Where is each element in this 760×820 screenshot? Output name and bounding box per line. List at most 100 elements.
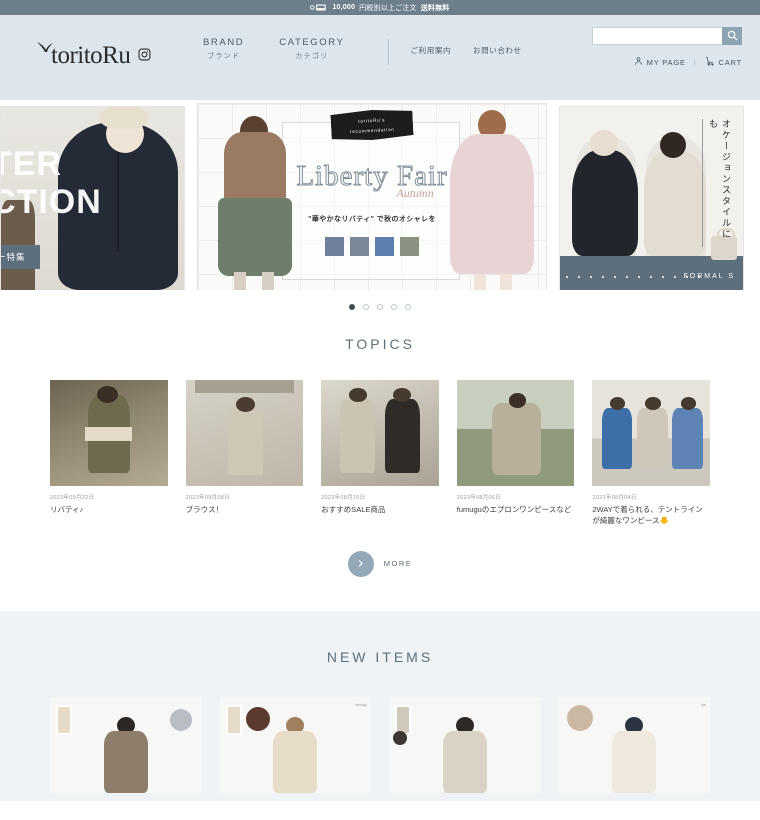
slide2-caption: "華やかなリバティ" で秋のオシャレを [308,216,436,223]
slide3-dot-row [566,275,700,278]
nav-brand-jp: ブランド [207,53,241,60]
color-swatch [566,704,593,731]
topics-heading: TOPICS [345,336,415,352]
product-thumbnail: fumugu [219,696,371,793]
product-card[interactable]: tyu [558,696,710,793]
site-logo[interactable]: toritoRu [36,42,131,69]
topic-date: 2023年08月06日 [456,495,502,501]
hero-slide-occasion-style[interactable]: オケージョンスタイルにも FORMAL S [559,105,744,290]
search-icon [727,29,738,44]
hero-slide-liberty-fair[interactable]: toritoRu's recommendation Liberty Fair A… [197,103,547,290]
chevron-right-icon [356,555,365,573]
topic-title: リバティ♪ [50,505,84,514]
product-thumbnail [50,696,202,793]
account-separator: | [693,57,697,67]
notice-amount: 10,000 [332,4,356,11]
notice-condition: 円税別以上ご注文 [359,4,417,12]
product-card[interactable] [389,696,541,793]
product-brand-label: tyu [701,702,706,707]
color-swatch [169,708,192,731]
nav-category-jp: カテゴリ [295,53,329,60]
topic-date: 2023年09月08日 [185,495,230,501]
color-swatch [393,730,407,745]
topic-thumbnail [321,380,439,486]
product-card[interactable] [50,696,202,793]
slide1-cta-button[interactable]: ー特集 [1,244,40,269]
slide2-ribbon-line2: recommendation [349,126,395,134]
search-button[interactable] [722,27,742,45]
my-page-link[interactable]: MY PAGE [634,56,686,68]
nav-item-contact[interactable]: お問い合わせ [473,45,522,56]
person-icon [634,56,643,68]
slide1-title-line2: CTION [0,182,102,221]
nav-item-brand[interactable]: BRAND ブランド [203,37,244,61]
slide2-subtitle: Autumn [396,186,434,200]
header-utilities: MY PAGE | CART [592,27,742,68]
slide2-card [282,122,460,280]
carousel-dot-5[interactable] [405,304,411,310]
search-input[interactable] [592,27,722,45]
nav-item-guide[interactable]: ご利用案内 [411,45,452,56]
slide2-ribbon-line1: toritoRu's [358,116,386,124]
shipping-notice-bar: 10,000 円税別以上ご注文 送料無料 [0,0,760,15]
carousel-dot-2[interactable] [363,304,369,310]
new-items-heading: NEW ITEMS [326,648,434,665]
slide2-fabric-swatches [325,237,419,256]
slide1-title-line1: TER [1,144,62,183]
site-logo-text: toritoRu [51,42,131,69]
search-form [592,27,742,45]
slide2-model-left [216,114,294,290]
instagram-icon[interactable] [138,48,151,66]
model-figure [103,716,148,793]
new-items-section: NEW ITEMS fumugu tyu [0,610,760,801]
topic-date: 2023年08月04日 [592,495,637,501]
account-links: MY PAGE | CART [592,56,742,68]
window-detail [225,704,242,735]
fabric-swatch [350,237,369,256]
topic-card[interactable]: 2023年09月22日 リバティ♪ [50,380,168,527]
model-figure [442,716,487,793]
product-card[interactable]: fumugu [219,696,371,793]
color-swatch [245,706,270,731]
fabric-swatch [375,237,394,256]
topic-card[interactable]: 2023年09月08日 ブラウス！ [185,380,304,527]
model-figure [273,716,318,793]
carousel-dot-3[interactable] [377,304,383,310]
slide3-model-ivory [644,131,706,256]
shipping-truck-icon [310,3,328,12]
topic-title: ブラウス！ [185,505,224,514]
more-label: MORE [383,559,413,569]
topic-card[interactable]: 2023年08月06日 fumuguのエプロンワンピースなど [456,380,575,527]
topic-card[interactable]: 2023年08月04日 2WAYで着られる、テントラインが綺麗なワンピース🐥 [592,380,710,527]
more-button[interactable] [347,550,374,577]
nav-divider [387,39,389,65]
nav-category-en: CATEGORY [279,37,345,48]
topic-date: 2023年08月15日 [321,495,366,501]
hero-carousel[interactable]: TER CTION ー特集 toritoRu's recommendation … [0,100,760,290]
topics-more[interactable]: MORE [0,550,760,577]
fabric-swatch [325,237,344,256]
topics-grid: 2023年09月22日 リバティ♪ 2023年09月08日 ブラウス！ 2023… [0,380,760,527]
topic-thumbnail [185,380,304,486]
model-figure [612,716,657,793]
topic-thumbnail [50,380,168,486]
product-thumbnail: tyu [558,696,710,793]
carousel-dot-4[interactable] [391,304,397,310]
carousel-dot-1[interactable] [349,304,355,310]
my-page-label: MY PAGE [646,57,686,67]
slide3-vertical-text: オケージョンスタイルにも [702,118,733,247]
new-items-grid: fumugu tyu [0,696,760,793]
product-brand-label: fumugu [355,702,367,707]
notice-free-shipping: 送料無料 [420,4,450,12]
topic-title: fumuguのエプロンワンピースなど [456,505,572,514]
brand-block[interactable]: toritoRu [18,29,203,68]
fabric-swatch [400,237,419,256]
nav-item-category[interactable]: CATEGORY カテゴリ [279,37,344,61]
hero-slide-winter-collection[interactable]: TER CTION ー特集 [0,105,185,290]
topic-title: 2WAYで着られる、テントラインが綺麗なワンピース🐥 [592,505,703,525]
slide1-model-hat [100,106,148,129]
topic-title: おすすめSALE商品 [321,505,386,514]
site-header: toritoRu BRAND ブランド CATEGORY カテゴリ ご利用案内 [0,15,760,100]
topic-card[interactable]: 2023年08月15日 おすすめSALE商品 [321,380,439,527]
cart-link[interactable]: CART [705,56,742,68]
